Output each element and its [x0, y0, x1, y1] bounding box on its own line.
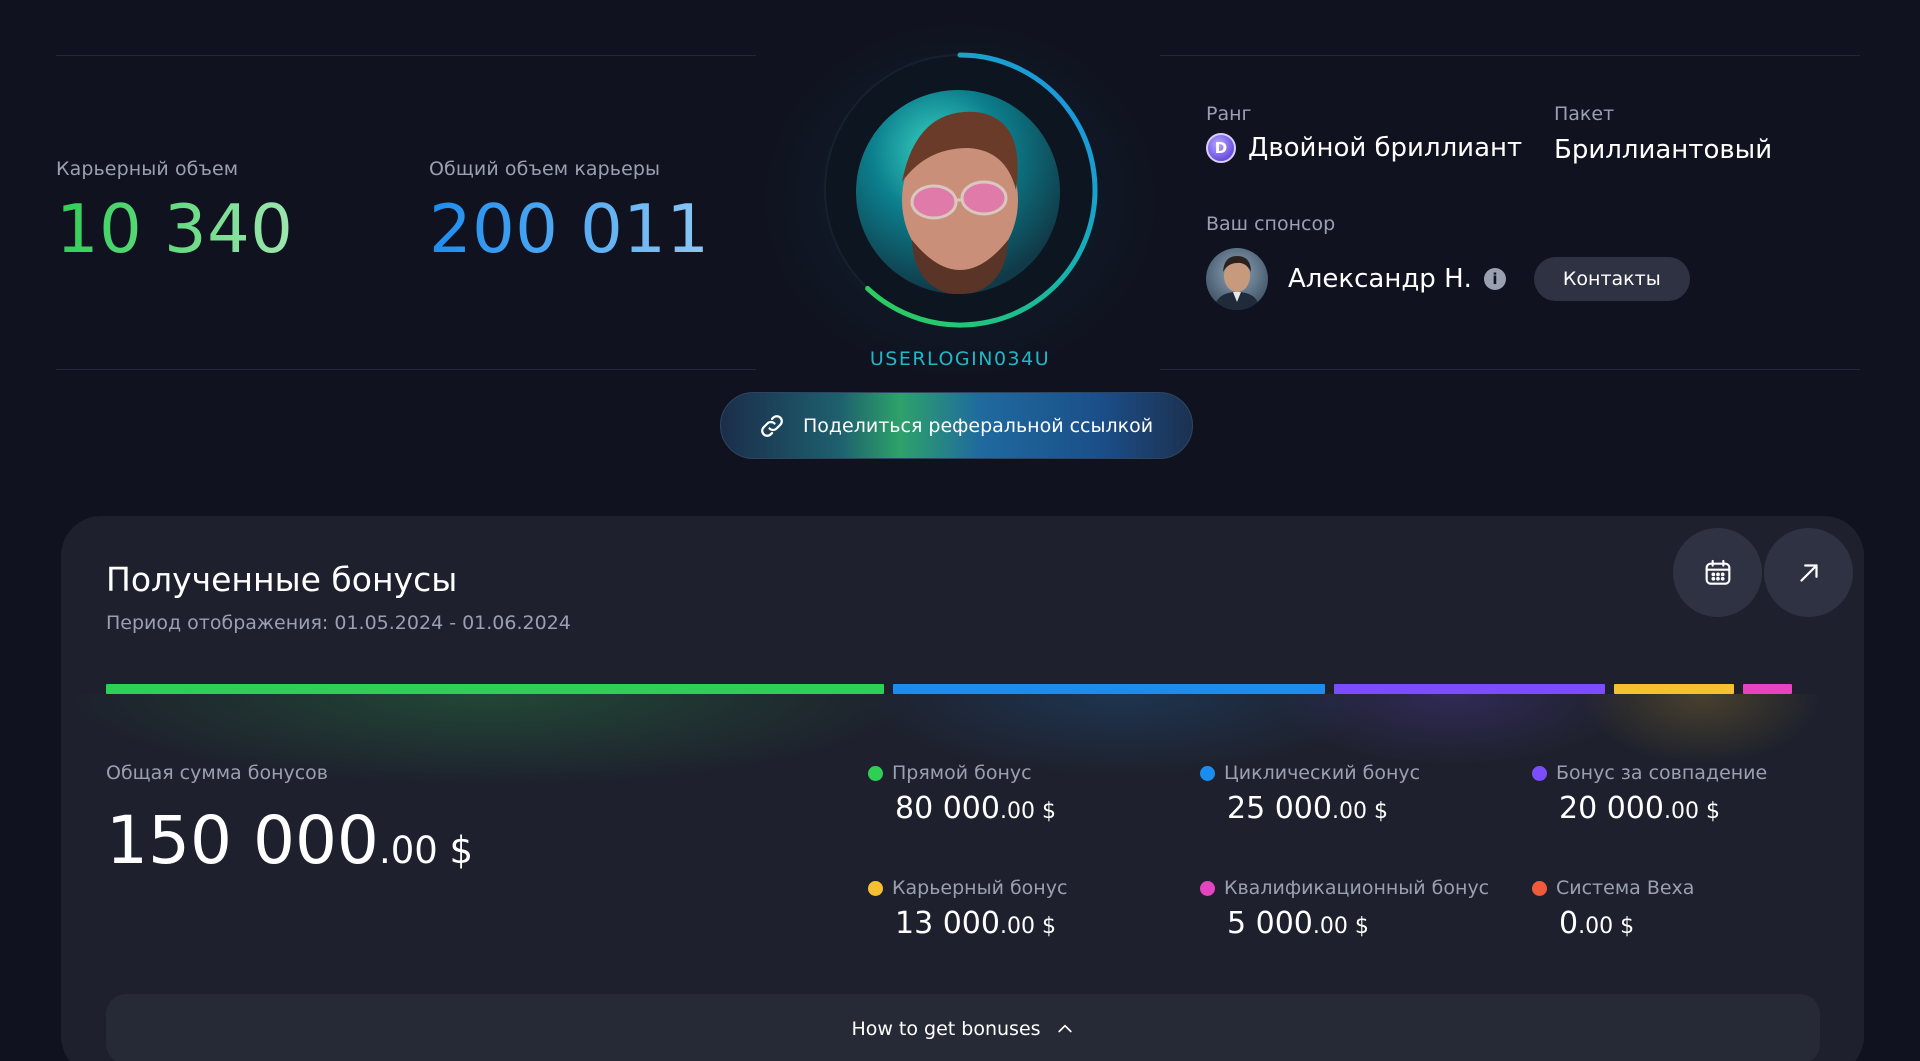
- total-bonus-cents: .00 $: [378, 829, 474, 872]
- diamond-rank-icon: D: [1206, 133, 1236, 163]
- bar-segment: [1613, 684, 1734, 694]
- chevron-up-icon: [1055, 1019, 1075, 1039]
- sponsor-name: Александр Н.: [1288, 264, 1472, 294]
- career-total-value: 200 011: [429, 190, 710, 268]
- card-title: Полученные бонусы: [106, 560, 458, 599]
- rank-block: Ранг D Двойной бриллиант: [1206, 103, 1522, 163]
- info-icon[interactable]: i: [1483, 268, 1506, 290]
- bonus-item-amount: 20 000: [1559, 791, 1664, 826]
- display-period: Период отображения: 01.05.2024 - 01.06.2…: [106, 612, 571, 634]
- bonus-item-cyclic: Циклический бонус 25 000.00 $: [1200, 762, 1520, 824]
- sponsor-portrait-icon: [1214, 256, 1260, 310]
- bonus-item-cents: .00 $: [1312, 914, 1369, 939]
- rank-value: Двойной бриллиант: [1248, 133, 1523, 163]
- share-referral-label: Поделиться реферальной ссылкой: [803, 414, 1154, 437]
- expand-button[interactable]: [1764, 528, 1853, 617]
- how-to-get-bonuses-toggle[interactable]: How to get bonuses: [106, 994, 1820, 1061]
- total-bonus-value: 150 000.00 $: [106, 808, 473, 874]
- bar-segment: [106, 684, 884, 694]
- share-referral-button[interactable]: Поделиться реферальной ссылкой: [720, 392, 1193, 459]
- bonus-item-label: Система Веха: [1556, 877, 1695, 899]
- legend-dot: [1532, 765, 1547, 781]
- bonus-item-amount: 25 000: [1227, 791, 1332, 826]
- rank-label: Ранг: [1206, 103, 1252, 125]
- legend-dot: [868, 880, 883, 896]
- sponsor-avatar[interactable]: [1206, 248, 1268, 310]
- legend-dot: [868, 765, 883, 781]
- bonus-item-label: Прямой бонус: [892, 762, 1032, 784]
- how-to-get-bonuses-label: How to get bonuses: [851, 1018, 1041, 1040]
- career-volume-value: 10 340: [56, 190, 294, 268]
- legend-dot: [1532, 880, 1547, 896]
- package-block: Пакет Бриллиантовый: [1554, 103, 1772, 165]
- bonus-item-label: Циклический бонус: [1224, 762, 1421, 784]
- total-bonus-amount: 150 000: [106, 802, 379, 879]
- bonus-item-amount: 5 000: [1227, 906, 1313, 941]
- bonus-item-qualification: Квалификационный бонус 5 000.00 $: [1200, 877, 1520, 939]
- received-bonuses-card: Полученные бонусы Период отображения: 01…: [61, 516, 1864, 1061]
- calendar-button[interactable]: [1673, 528, 1762, 617]
- bonus-item-label: Квалификационный бонус: [1224, 877, 1490, 899]
- bar-segment: [892, 684, 1326, 694]
- bottom-left-divider: [56, 369, 756, 370]
- contacts-button[interactable]: Контакты: [1533, 257, 1690, 301]
- bonus-item-cents: .00 $: [999, 799, 1056, 824]
- bonus-item-cents: .00 $: [999, 914, 1056, 939]
- package-value: Бриллиантовый: [1554, 135, 1773, 165]
- bottom-right-divider: [1160, 369, 1860, 370]
- bonus-item-amount: 0: [1559, 906, 1579, 941]
- bonus-distribution-bar: [106, 684, 1820, 694]
- bonus-item-label: Карьерный бонус: [892, 877, 1068, 899]
- username: USERLOGIN034U: [869, 348, 1051, 370]
- top-right-divider: [1160, 55, 1860, 56]
- bar-segment: [1334, 684, 1605, 694]
- sponsor-label: Ваш спонсор: [1206, 213, 1336, 235]
- bar-segment: [1742, 684, 1793, 694]
- total-bonus-label: Общая сумма бонусов: [106, 762, 328, 784]
- bonus-item-cents: .00 $: [1663, 799, 1720, 824]
- legend-dot: [1200, 880, 1215, 896]
- bonus-item-cents: .00 $: [1578, 914, 1635, 939]
- package-label: Пакет: [1554, 103, 1615, 125]
- avatar-portrait-icon: [902, 111, 1018, 294]
- bonus-item-cents: .00 $: [1331, 799, 1388, 824]
- link-icon: [757, 411, 787, 441]
- bonus-item-milestone: Система Веха 0.00 $: [1532, 877, 1852, 939]
- bonus-item-amount: 13 000: [895, 906, 1000, 941]
- arrow-up-right-icon: [1794, 558, 1824, 588]
- bonus-item-career: Карьерный бонус 13 000.00 $: [868, 877, 1188, 939]
- user-avatar[interactable]: [856, 90, 1060, 294]
- top-left-divider: [56, 55, 756, 56]
- bonus-item-label: Бонус за совпадение: [1556, 762, 1768, 784]
- career-volume-label: Карьерный объем: [56, 158, 239, 180]
- career-total-label: Общий объем карьеры: [429, 158, 661, 180]
- legend-dot: [1200, 765, 1215, 781]
- calendar-icon: [1702, 557, 1734, 589]
- career-volume-block: Карьерный объем 10 340: [56, 158, 293, 263]
- bonus-item-amount: 80 000: [895, 791, 1000, 826]
- bonus-item-match: Бонус за совпадение 20 000.00 $: [1532, 762, 1852, 824]
- career-total-block: Общий объем карьеры 200 011: [429, 158, 710, 263]
- bonus-item-direct: Прямой бонус 80 000.00 $: [868, 762, 1188, 824]
- sponsor-block: Ваш спонсор Александр Н. i Контакты: [1206, 213, 1690, 310]
